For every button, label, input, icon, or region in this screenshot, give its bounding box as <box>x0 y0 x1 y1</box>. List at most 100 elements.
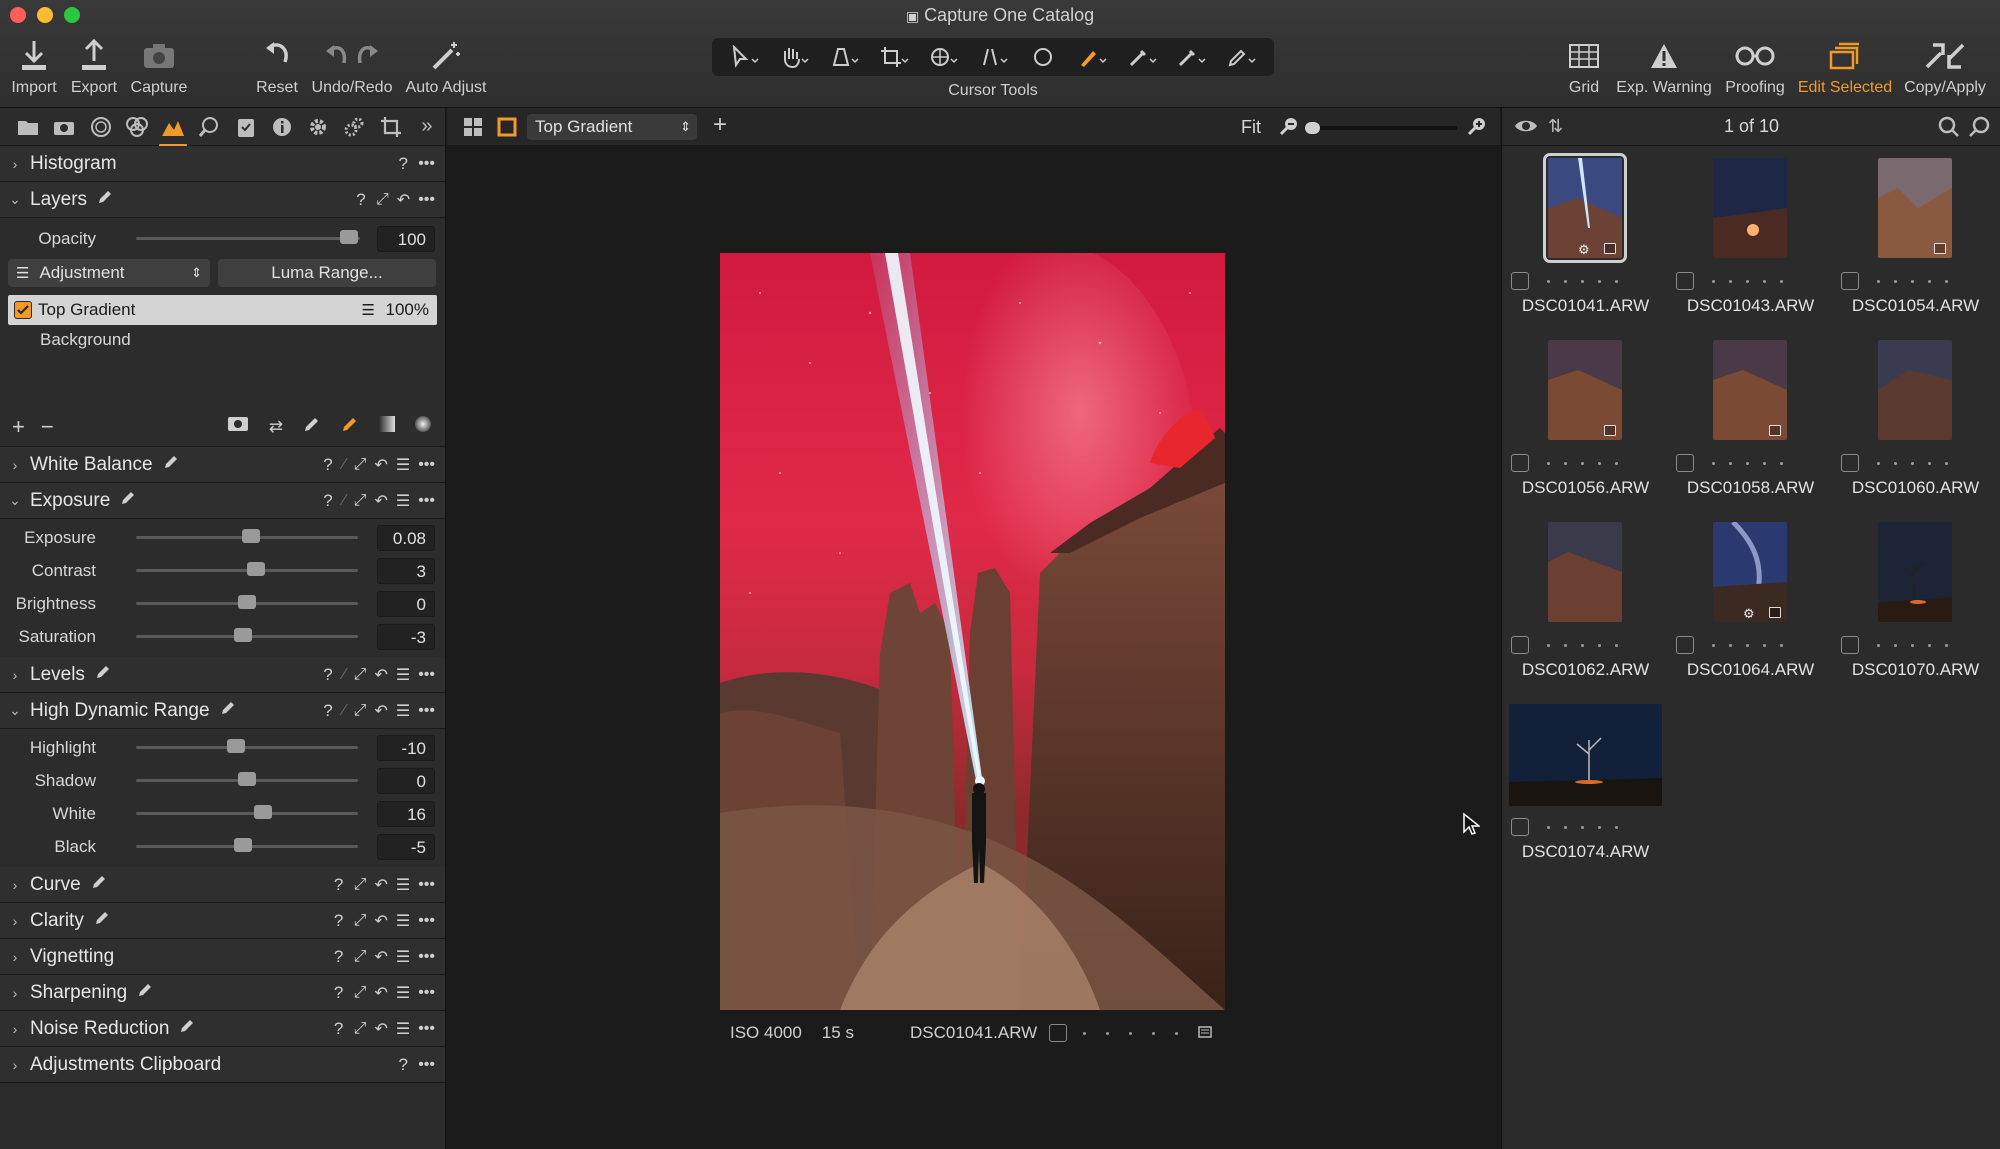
exposure-slider[interactable] <box>136 529 358 543</box>
zoom-fit-label[interactable]: Fit <box>1241 117 1261 138</box>
help-icon[interactable]: ? <box>332 947 346 967</box>
expand-icon[interactable]: ⤢ <box>354 948 367 966</box>
slider-thumb[interactable] <box>233 628 252 642</box>
help-icon[interactable]: ? <box>332 911 346 931</box>
reset-icon[interactable]: ↶ <box>374 701 387 721</box>
layer-item-top-gradient[interactable]: Top Gradient ☰ 100% <box>8 295 437 325</box>
multi-view-icon[interactable] <box>463 117 483 142</box>
auto-adjust-button[interactable]: Auto Adjust <box>402 36 490 102</box>
main-photo[interactable] <box>720 253 1225 1010</box>
slider-thumb[interactable] <box>246 562 265 576</box>
proofing-button[interactable]: Proofing <box>1722 36 1788 102</box>
presets-icon[interactable]: ☰ <box>396 455 410 475</box>
white-slider[interactable] <box>136 805 358 819</box>
presets-icon[interactable]: ☰ <box>396 665 410 685</box>
expand-icon[interactable]: ⤢ <box>354 666 367 684</box>
export-button[interactable]: Export <box>68 36 120 102</box>
more-options-icon[interactable]: ••• <box>418 191 435 209</box>
more-options-icon[interactable]: ••• <box>418 666 435 684</box>
batch-tab-icon[interactable] <box>336 112 372 142</box>
more-options-icon[interactable]: ••• <box>418 876 435 894</box>
presets-icon[interactable]: ☰ <box>396 491 410 511</box>
reset-icon[interactable]: ↶ <box>374 875 387 895</box>
help-icon[interactable]: ? <box>321 665 335 685</box>
expand-icon[interactable]: ⤢ <box>354 456 367 474</box>
select-checkbox[interactable] <box>1511 818 1529 836</box>
rating-dots[interactable] <box>1547 279 1618 283</box>
highlight-slider[interactable] <box>136 739 358 753</box>
opacity-slider[interactable] <box>136 230 360 244</box>
output-tab-icon[interactable] <box>300 112 336 142</box>
add-icon[interactable]: + <box>713 111 727 139</box>
rating-dots[interactable] <box>1877 643 1948 647</box>
more-options-icon[interactable]: ••• <box>418 456 435 474</box>
clarity-section-header[interactable]: › Clarity ? ⤢ ↶ ☰ ••• <box>0 903 445 939</box>
expand-icon[interactable]: ⤢ <box>376 191 389 209</box>
hdr-section-header[interactable]: ⌄ High Dynamic Range ? ∕ ⤢ ↶ ☰ ••• <box>0 693 445 729</box>
layer-settings-icon[interactable]: ☰ <box>362 301 375 319</box>
help-icon[interactable]: ? <box>321 491 335 511</box>
exposure-warning-button[interactable]: Exp. Warning <box>1614 36 1714 102</box>
expand-icon[interactable]: ⤢ <box>354 492 367 510</box>
select-cursor-icon[interactable] <box>723 40 767 74</box>
show-mask-icon[interactable] <box>227 416 249 437</box>
layers-section-header[interactable]: ⌄ Layers ? ⤢ ↶ ••• <box>0 182 445 218</box>
select-checkbox[interactable] <box>1511 272 1529 290</box>
color-tab-icon[interactable] <box>119 112 155 142</box>
loupe-icon[interactable] <box>822 40 866 74</box>
luma-range-button[interactable]: Luma Range... <box>218 259 436 287</box>
picker-icon[interactable]: ∕ <box>343 492 346 510</box>
radial-gradient-icon[interactable] <box>415 416 431 437</box>
shadow-slider[interactable] <box>136 772 358 786</box>
noise-reduction-section-header[interactable]: › Noise Reduction ? ⤢ ↶ ☰ ••• <box>0 1011 445 1047</box>
rating-dots[interactable] <box>1547 461 1618 465</box>
reset-icon[interactable]: ↶ <box>374 911 387 931</box>
search-icon[interactable] <box>1938 116 1960 143</box>
select-checkbox[interactable] <box>1841 454 1859 472</box>
zoom-out-icon[interactable] <box>1279 116 1299 141</box>
select-checkbox[interactable] <box>1049 1024 1068 1042</box>
more-options-icon[interactable]: ••• <box>418 1020 435 1038</box>
presets-icon[interactable]: ☰ <box>396 947 410 967</box>
thumbnail-item[interactable]: DSC01054.ARW <box>1833 158 1998 340</box>
contrast-value-field[interactable]: 3 <box>377 557 435 584</box>
annotate-icon[interactable] <box>1219 40 1263 74</box>
reset-icon[interactable]: ↶ <box>374 1019 387 1039</box>
thumbnail-item[interactable]: DSC01056.ARW <box>1503 340 1668 522</box>
black-value-field[interactable]: -5 <box>377 833 435 860</box>
linear-gradient-icon[interactable] <box>379 416 395 437</box>
metadata-tab-icon[interactable] <box>264 112 300 142</box>
draw-mask-icon[interactable] <box>303 415 321 438</box>
single-view-icon[interactable] <box>497 117 517 142</box>
highlight-value-field[interactable]: -10 <box>377 734 435 761</box>
histogram-section-header[interactable]: › Histogram ? ••• <box>0 146 445 182</box>
select-checkbox[interactable] <box>1511 636 1529 654</box>
expand-icon[interactable]: ⤢ <box>354 912 367 930</box>
more-tabs-icon[interactable]: » <box>409 112 445 142</box>
opacity-value-field[interactable]: 100 <box>377 225 435 252</box>
exposure-tab-icon[interactable] <box>155 112 191 147</box>
select-checkbox[interactable] <box>1511 454 1529 472</box>
slider-thumb[interactable] <box>339 230 358 244</box>
vignetting-section-header[interactable]: › Vignetting ? ⤢ ↶ ☰ ••• <box>0 939 445 975</box>
capture-button[interactable]: Capture <box>128 36 190 102</box>
rotate-icon[interactable] <box>921 40 965 74</box>
presets-icon[interactable]: ☰ <box>396 701 410 721</box>
contrast-slider[interactable] <box>136 562 358 576</box>
presets-icon[interactable]: ☰ <box>396 911 410 931</box>
reset-icon[interactable]: ↶ <box>374 983 387 1003</box>
slider-thumb[interactable] <box>242 529 261 543</box>
rating-dots[interactable] <box>1877 461 1948 465</box>
presets-icon[interactable]: ☰ <box>396 1019 410 1039</box>
help-icon[interactable]: ? <box>396 154 410 174</box>
rating-dots[interactable] <box>1712 643 1783 647</box>
copy-apply-button[interactable]: Copy/Apply <box>1902 36 1988 102</box>
add-layer-icon[interactable]: + <box>12 414 25 440</box>
rating-dots[interactable] <box>1547 825 1618 829</box>
thumbnail-item[interactable]: DSC01074.ARW <box>1503 704 1668 886</box>
zoom-in-icon[interactable] <box>1467 116 1487 141</box>
slider-thumb[interactable] <box>233 838 252 852</box>
presets-icon[interactable]: ☰ <box>396 875 410 895</box>
layer-mode-dropdown[interactable]: ☰ Adjustment ⇕ <box>8 259 210 287</box>
pan-hand-icon[interactable] <box>772 40 816 74</box>
